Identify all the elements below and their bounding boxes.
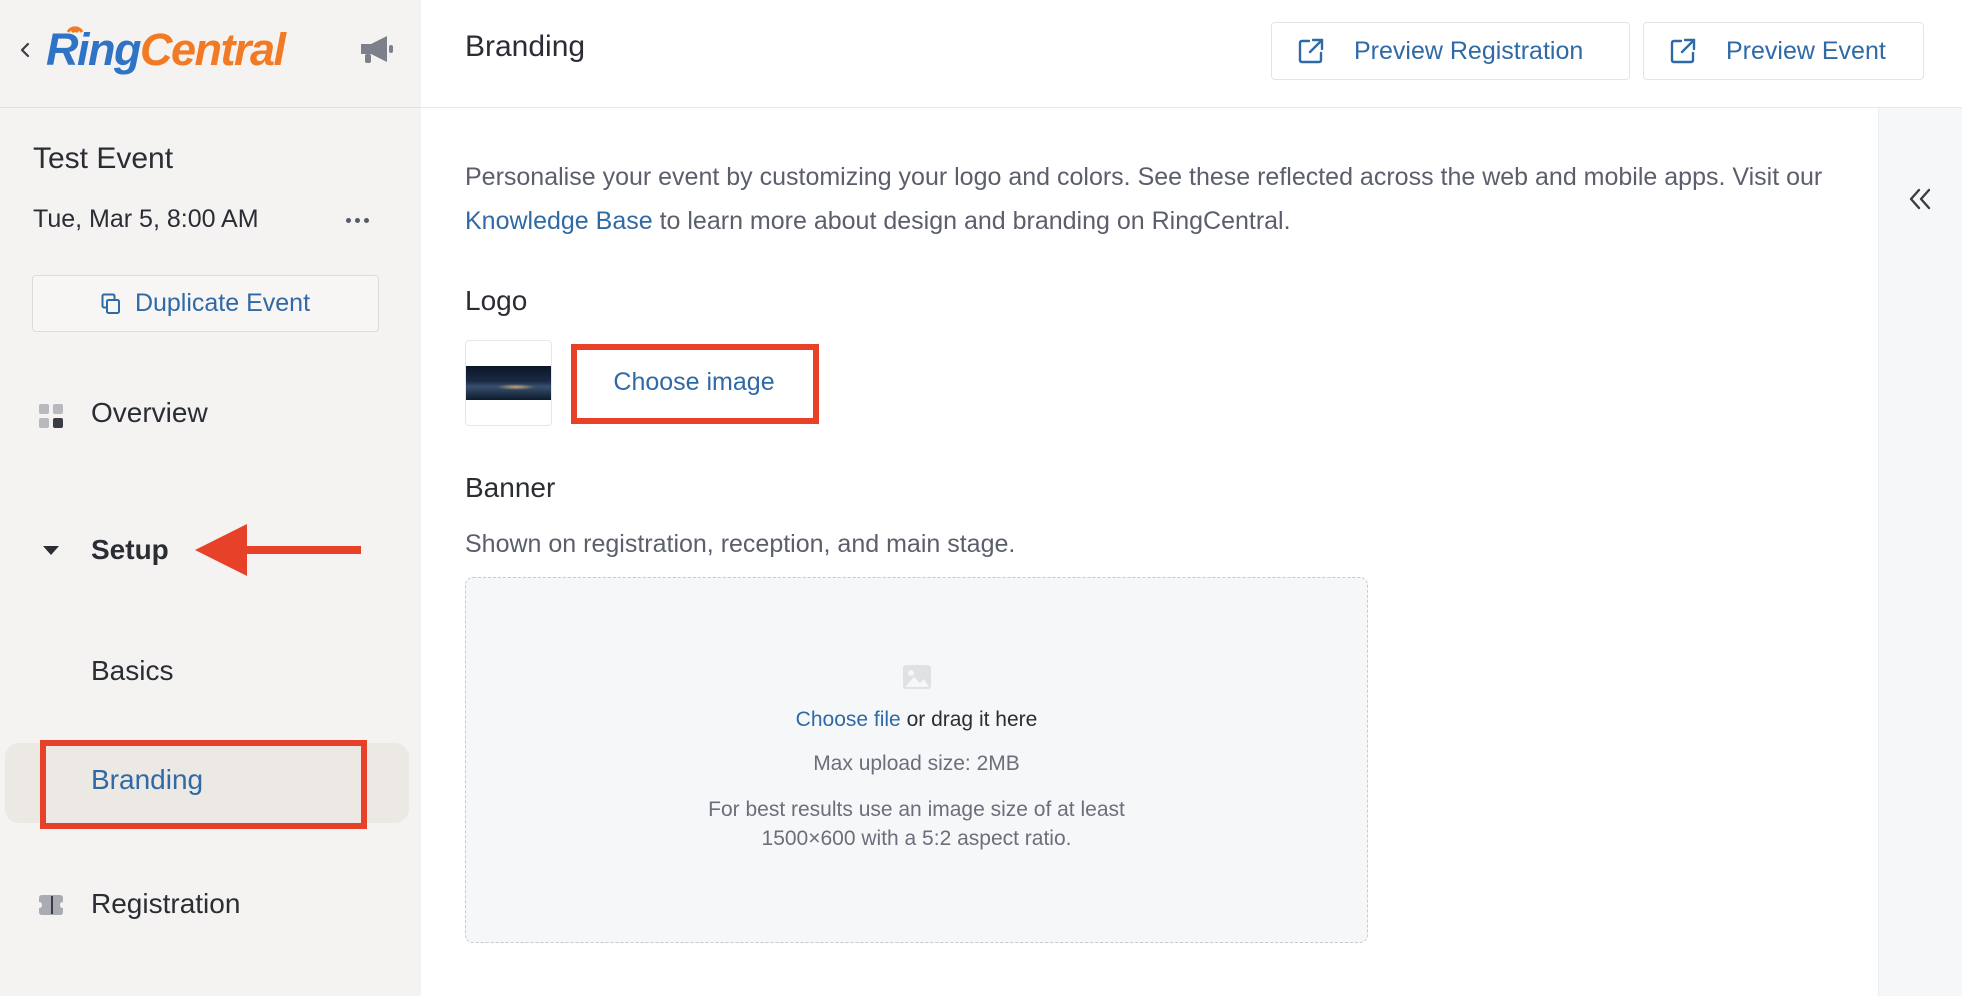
sidebar-item-setup-label: Setup: [91, 534, 169, 565]
sidebar-item-registration-label: Registration: [91, 888, 241, 919]
annotation-highlight-branding: [40, 740, 367, 829]
choose-file-link[interactable]: Choose file: [796, 708, 901, 731]
right-rail: [1878, 108, 1962, 996]
preview-event-button[interactable]: Preview Event: [1643, 22, 1924, 80]
banner-section-title: Banner: [465, 472, 556, 503]
sidebar-top: RingCentral: [0, 0, 421, 108]
intro-text: Personalise your event by customizing yo…: [465, 155, 1865, 243]
sidebar: RingCentral Test Event Tue, Mar 5, 8:00 …: [0, 0, 421, 996]
grid-icon: [39, 404, 63, 428]
main-content: Personalise your event by customizing yo…: [421, 108, 1878, 996]
image-icon: [903, 665, 931, 689]
knowledge-base-link[interactable]: Knowledge Base: [465, 207, 653, 235]
sidebar-item-basics[interactable]: Basics: [0, 651, 421, 691]
megaphone-icon[interactable]: [355, 32, 397, 68]
event-date: Tue, Mar 5, 8:00 AM: [33, 205, 259, 233]
logo-preview-image: [466, 366, 551, 400]
duplicate-icon: [101, 293, 120, 314]
duplicate-event-label: Duplicate Event: [134, 289, 311, 317]
page-title: Branding: [465, 30, 586, 63]
dropzone-instruction: Choose file or drag it here: [466, 708, 1367, 732]
banner-dropzone[interactable]: Choose file or drag it here Max upload s…: [465, 577, 1368, 943]
intro-text-part1: Personalise your event by customizing yo…: [465, 163, 1823, 191]
page-header: Branding Preview Registration Preview Ev…: [421, 0, 1962, 108]
back-chevron-icon[interactable]: [18, 38, 32, 62]
image-size-hint: For best results use an image size of at…: [708, 798, 1125, 850]
event-title: Test Event: [33, 142, 174, 175]
sidebar-item-registration[interactable]: Registration: [0, 884, 421, 924]
external-link-icon: [1670, 38, 1696, 64]
more-options-icon[interactable]: [342, 206, 372, 234]
sidebar-item-overview-label: Overview: [91, 397, 208, 428]
intro-text-part2: to learn more about design and branding …: [652, 207, 1291, 235]
annotation-highlight-choose-image: [571, 344, 819, 424]
sidebar-item-overview[interactable]: Overview: [0, 393, 421, 433]
ticket-icon: [39, 895, 63, 915]
banner-description: Shown on registration, reception, and ma…: [465, 530, 1016, 558]
drag-text: or drag it here: [900, 708, 1038, 731]
external-link-icon: [1298, 38, 1324, 64]
caret-down-icon: [43, 546, 59, 555]
annotation-arrow-icon: [195, 524, 361, 576]
double-chevron-left-icon[interactable]: [1905, 184, 1935, 214]
duplicate-event-button[interactable]: Duplicate Event: [32, 275, 379, 332]
sidebar-item-basics-label: Basics: [91, 655, 174, 686]
logo-signal-icon: [66, 26, 84, 34]
logo-section-title: Logo: [465, 285, 528, 316]
preview-event-label: Preview Event: [1726, 36, 1886, 65]
max-upload-size: Max upload size: 2MB: [813, 752, 1020, 775]
logo-thumbnail: [465, 340, 552, 426]
preview-registration-label: Preview Registration: [1354, 36, 1584, 65]
preview-registration-button[interactable]: Preview Registration: [1271, 22, 1630, 80]
